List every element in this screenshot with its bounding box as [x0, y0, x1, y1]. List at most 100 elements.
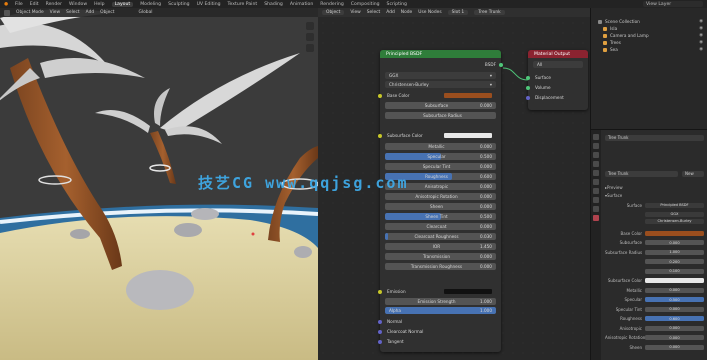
material-slot-item[interactable]: Tree Trunk: [605, 134, 704, 141]
displacement-socket[interactable]: [526, 95, 530, 100]
bsdf-input-2[interactable]: Metallic 0.000: [385, 143, 496, 150]
property-row[interactable]: Base Color: [605, 230, 704, 236]
property-row[interactable]: Anisotropic Rotation 0.000: [605, 335, 704, 341]
visibility-eye-icon[interactable]: ◉: [699, 26, 703, 31]
properties-editor[interactable]: Tree Trunk Tree Trunk New ▸ Preview ▾ Su…: [591, 130, 707, 360]
bsdf-input-0[interactable]: Subsurface 0.000: [385, 102, 496, 109]
world-tab-icon[interactable]: [593, 179, 599, 185]
tab-scripting[interactable]: Scripting: [387, 2, 407, 7]
menu-window[interactable]: Window: [69, 2, 87, 7]
property-field[interactable]: 0.000: [645, 344, 704, 350]
output-tab-icon[interactable]: [593, 152, 599, 158]
tab-uv-editing[interactable]: UV Editing: [197, 2, 221, 7]
property-field[interactable]: 1.000: [645, 249, 704, 255]
emission-strength-field[interactable]: Emission Strength 1.000: [385, 298, 496, 305]
property-row[interactable]: Specular Tint 0.000: [605, 306, 704, 312]
render-tab-icon[interactable]: [593, 143, 599, 149]
object-mode-dropdown[interactable]: Object Mode: [16, 10, 44, 15]
emission-row[interactable]: Emission: [378, 288, 496, 295]
blender-logo-icon[interactable]: ●: [4, 2, 8, 7]
outliner-row[interactable]: Sea ◉: [591, 46, 707, 53]
property-field[interactable]: 0.600: [645, 316, 704, 321]
tool-tab-icon[interactable]: [593, 134, 599, 140]
tangent-socket[interactable]: [378, 339, 382, 344]
volume-socket[interactable]: [526, 85, 530, 90]
menu-render[interactable]: Render: [46, 2, 62, 7]
view-layer-tab-icon[interactable]: [593, 161, 599, 167]
base-color-swatch[interactable]: [444, 93, 492, 98]
camera-icon[interactable]: [306, 44, 314, 52]
outliner-row[interactable]: Trees ◉: [591, 39, 707, 46]
editor-type-icon[interactable]: [4, 9, 10, 16]
tab-shading[interactable]: Shading: [264, 2, 283, 7]
bsdf-input-10[interactable]: Clearcoat 0.000: [385, 223, 496, 230]
tab-layout[interactable]: Layout: [111, 1, 134, 7]
new-material-button[interactable]: New: [682, 170, 704, 177]
bsdf-node-title[interactable]: Principled BSDF: [380, 50, 501, 58]
emission-socket[interactable]: [378, 289, 382, 294]
menu-add[interactable]: Add: [86, 10, 95, 15]
bsdf-input-14[interactable]: Transmission Roughness 0.000: [385, 263, 496, 270]
preview-panel-header[interactable]: ▸ Preview: [605, 184, 704, 190]
bsdf-input-11[interactable]: Clearcoat Roughness 0.030: [385, 233, 496, 240]
menu-object[interactable]: Object: [100, 10, 114, 15]
property-row[interactable]: Subsurface Radius 1.000: [605, 249, 704, 255]
property-field[interactable]: [645, 278, 704, 283]
subsurface-color-swatch[interactable]: [444, 133, 492, 138]
property-row[interactable]: Subsurface 0.000: [605, 240, 704, 246]
material-browse-row[interactable]: Tree Trunk New: [605, 170, 704, 177]
menu-edit[interactable]: Edit: [30, 2, 39, 7]
material-name-field[interactable]: Tree Trunk: [605, 170, 678, 177]
hand-icon[interactable]: [306, 33, 314, 41]
property-row[interactable]: Anisotropic 0.000: [605, 325, 704, 331]
bsdf-input-9[interactable]: Sheen Tint 0.500: [385, 213, 496, 220]
material-tab-icon[interactable]: [593, 215, 599, 221]
clearcoat-normal-socket[interactable]: [378, 329, 382, 334]
property-field[interactable]: 0.100: [645, 268, 704, 274]
tangent-row[interactable]: Tangent: [378, 338, 496, 345]
surface-input-row[interactable]: Surface: [526, 74, 583, 81]
modifier-tab-icon[interactable]: [593, 197, 599, 203]
property-row[interactable]: 0.200: [605, 259, 704, 265]
distribution-field[interactable]: GGX: [645, 211, 704, 217]
distribution-dropdown[interactable]: GGX ▾: [385, 72, 496, 79]
outliner-row[interactable]: Scene Collection ◉: [591, 18, 707, 25]
tab-animation[interactable]: Animation: [290, 2, 313, 7]
property-row[interactable]: Metallic 0.000: [605, 287, 704, 293]
subsurface-color-socket[interactable]: [378, 133, 382, 138]
bsdf-input-7[interactable]: Anisotropic Rotation 0.000: [385, 193, 496, 200]
normal-socket[interactable]: [378, 319, 382, 324]
subsurface-method-field[interactable]: Christensen-Burley: [645, 218, 704, 224]
property-field[interactable]: 0.000: [645, 240, 704, 245]
displacement-input-row[interactable]: Displacement: [526, 94, 583, 101]
base-color-socket[interactable]: [378, 93, 382, 98]
menu-select[interactable]: Select: [66, 10, 80, 15]
distribution-row[interactable]: GGX: [605, 211, 704, 217]
material-output-title[interactable]: Material Output: [528, 50, 588, 58]
scene-tab-icon[interactable]: [593, 170, 599, 176]
view-layer-selector[interactable]: View Layer: [643, 1, 703, 7]
property-row[interactable]: 0.100: [605, 268, 704, 274]
bsdf-input-4[interactable]: Specular Tint 0.000: [385, 163, 496, 170]
physics-tab-icon[interactable]: [593, 206, 599, 212]
object-tab-icon[interactable]: [593, 188, 599, 194]
outliner-row[interactable]: Camera and Lamp ◉: [591, 32, 707, 39]
output-target-dropdown[interactable]: All: [533, 61, 583, 68]
visibility-eye-icon[interactable]: ◉: [699, 40, 703, 45]
subsurface-color-row[interactable]: Subsurface Color: [378, 132, 496, 139]
material-slot-list[interactable]: Tree Trunk: [605, 134, 704, 141]
property-row[interactable]: Specular 0.500: [605, 297, 704, 303]
menu-view[interactable]: View: [50, 10, 60, 15]
surface-shader-row[interactable]: Surface Principled BSDF: [605, 202, 704, 208]
emission-color-swatch[interactable]: [444, 289, 492, 294]
visibility-eye-icon[interactable]: ◉: [699, 19, 703, 24]
tab-rendering[interactable]: Rendering: [320, 2, 343, 7]
bsdf-input-1[interactable]: Subsurface Radius: [385, 112, 496, 119]
property-field[interactable]: [645, 230, 704, 236]
tab-sculpting[interactable]: Sculpting: [168, 2, 189, 7]
property-field[interactable]: 0.500: [645, 297, 704, 302]
tab-compositing[interactable]: Compositing: [351, 2, 380, 7]
property-field[interactable]: 0.000: [645, 325, 704, 331]
normal-row[interactable]: Normal: [378, 318, 496, 325]
menu-help[interactable]: Help: [94, 2, 104, 7]
